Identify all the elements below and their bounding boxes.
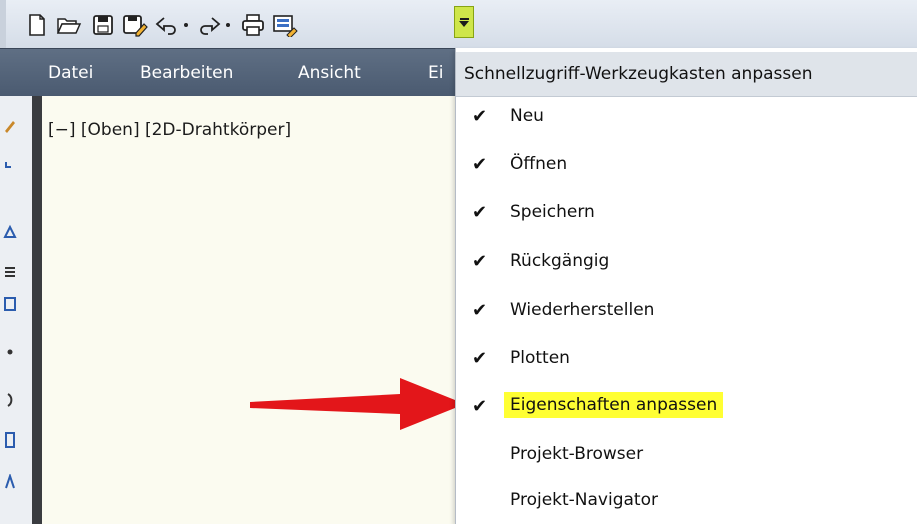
menu-item-projekt-navigator[interactable]: Projekt-Navigator <box>456 480 917 524</box>
rectangle-icon[interactable] <box>2 432 18 448</box>
customize-toolbar-menu: Schnellzugriff-Werkzeugkasten anpassen ✔… <box>455 48 917 524</box>
check-icon: ✔ <box>472 202 488 223</box>
menu-item-label: Wiederherstellen <box>510 300 655 320</box>
frame-icon[interactable] <box>2 296 18 312</box>
menu-item-label: Rückgängig <box>510 251 610 271</box>
properties-icon[interactable] <box>270 10 300 40</box>
menu-einfuegen[interactable]: Ei <box>428 63 443 83</box>
menu-item-label: Projekt-Browser <box>510 444 644 464</box>
menu-bearbeiten[interactable]: Bearbeiten <box>140 63 233 83</box>
pencil-icon[interactable] <box>2 118 18 134</box>
check-icon: ✔ <box>472 251 488 272</box>
undo-icon[interactable] <box>152 10 182 40</box>
menu-item-speichern[interactable]: ✔ Speichern <box>456 192 917 236</box>
menu-title: Schnellzugriff-Werkzeugkasten anpassen <box>464 64 813 84</box>
arc-icon[interactable] <box>2 392 18 408</box>
plot-icon[interactable] <box>238 10 268 40</box>
menu-item-label: Speichern <box>510 202 595 222</box>
menu-item-rueckgaengig[interactable]: ✔ Rückgängig <box>456 241 917 285</box>
save-as-icon[interactable] <box>120 10 150 40</box>
undo-dropdown-icon[interactable] <box>182 21 190 29</box>
toolbar-edge <box>0 0 6 48</box>
menu-item-neu[interactable]: ✔ Neu <box>456 96 917 140</box>
menu-item-plotten[interactable]: ✔ Plotten <box>456 338 917 382</box>
menu-item-label: Projekt-Navigator <box>510 490 658 510</box>
check-icon: ✔ <box>472 154 488 175</box>
triangle-icon[interactable] <box>2 224 18 240</box>
menu-datei[interactable]: Datei <box>48 63 93 83</box>
check-icon: ✔ <box>472 348 488 369</box>
viewport-label[interactable]: [−] [Oben] [2D-Drahtkörper] <box>48 120 291 140</box>
menu-item-label: Plotten <box>510 348 570 368</box>
menu-item-oeffnen[interactable]: ✔ Öffnen <box>456 144 917 188</box>
check-icon: ✔ <box>472 300 488 321</box>
slope-icon[interactable] <box>2 474 18 490</box>
check-icon: ✔ <box>472 396 488 417</box>
menu-header: Schnellzugriff-Werkzeugkasten anpassen <box>456 52 917 97</box>
new-icon[interactable] <box>22 10 52 40</box>
dropdown-bar-icon <box>460 18 469 20</box>
check-icon: ✔ <box>472 106 488 127</box>
rotate-icon[interactable] <box>2 158 18 174</box>
drawing-area[interactable] <box>32 96 462 524</box>
redo-dropdown-icon[interactable] <box>224 21 232 29</box>
red-arrow-annotation <box>250 378 465 430</box>
menu-ansicht[interactable]: Ansicht <box>298 63 361 83</box>
open-icon[interactable] <box>54 10 84 40</box>
quick-access-toolbar <box>0 0 917 48</box>
menu-item-label: Neu <box>510 106 544 126</box>
customize-toolbar-button[interactable] <box>454 6 474 38</box>
list-icon[interactable] <box>2 264 18 280</box>
tool-palette <box>0 96 33 524</box>
menu-item-eigenschaften-anpassen[interactable]: ✔ Eigenschaften anpassen <box>456 386 917 430</box>
save-icon[interactable] <box>88 10 118 40</box>
menu-item-wiederherstellen[interactable]: ✔ Wiederherstellen <box>456 290 917 334</box>
redo-icon[interactable] <box>194 10 224 40</box>
menu-item-projekt-browser[interactable]: Projekt-Browser <box>456 434 917 478</box>
menu-item-label: Eigenschaften anpassen <box>504 392 724 418</box>
menu-bar: Datei Bearbeiten Ansicht Ei <box>0 48 470 97</box>
menu-item-label: Öffnen <box>510 154 568 174</box>
chevron-down-icon <box>459 21 469 27</box>
point-icon[interactable] <box>2 344 18 360</box>
